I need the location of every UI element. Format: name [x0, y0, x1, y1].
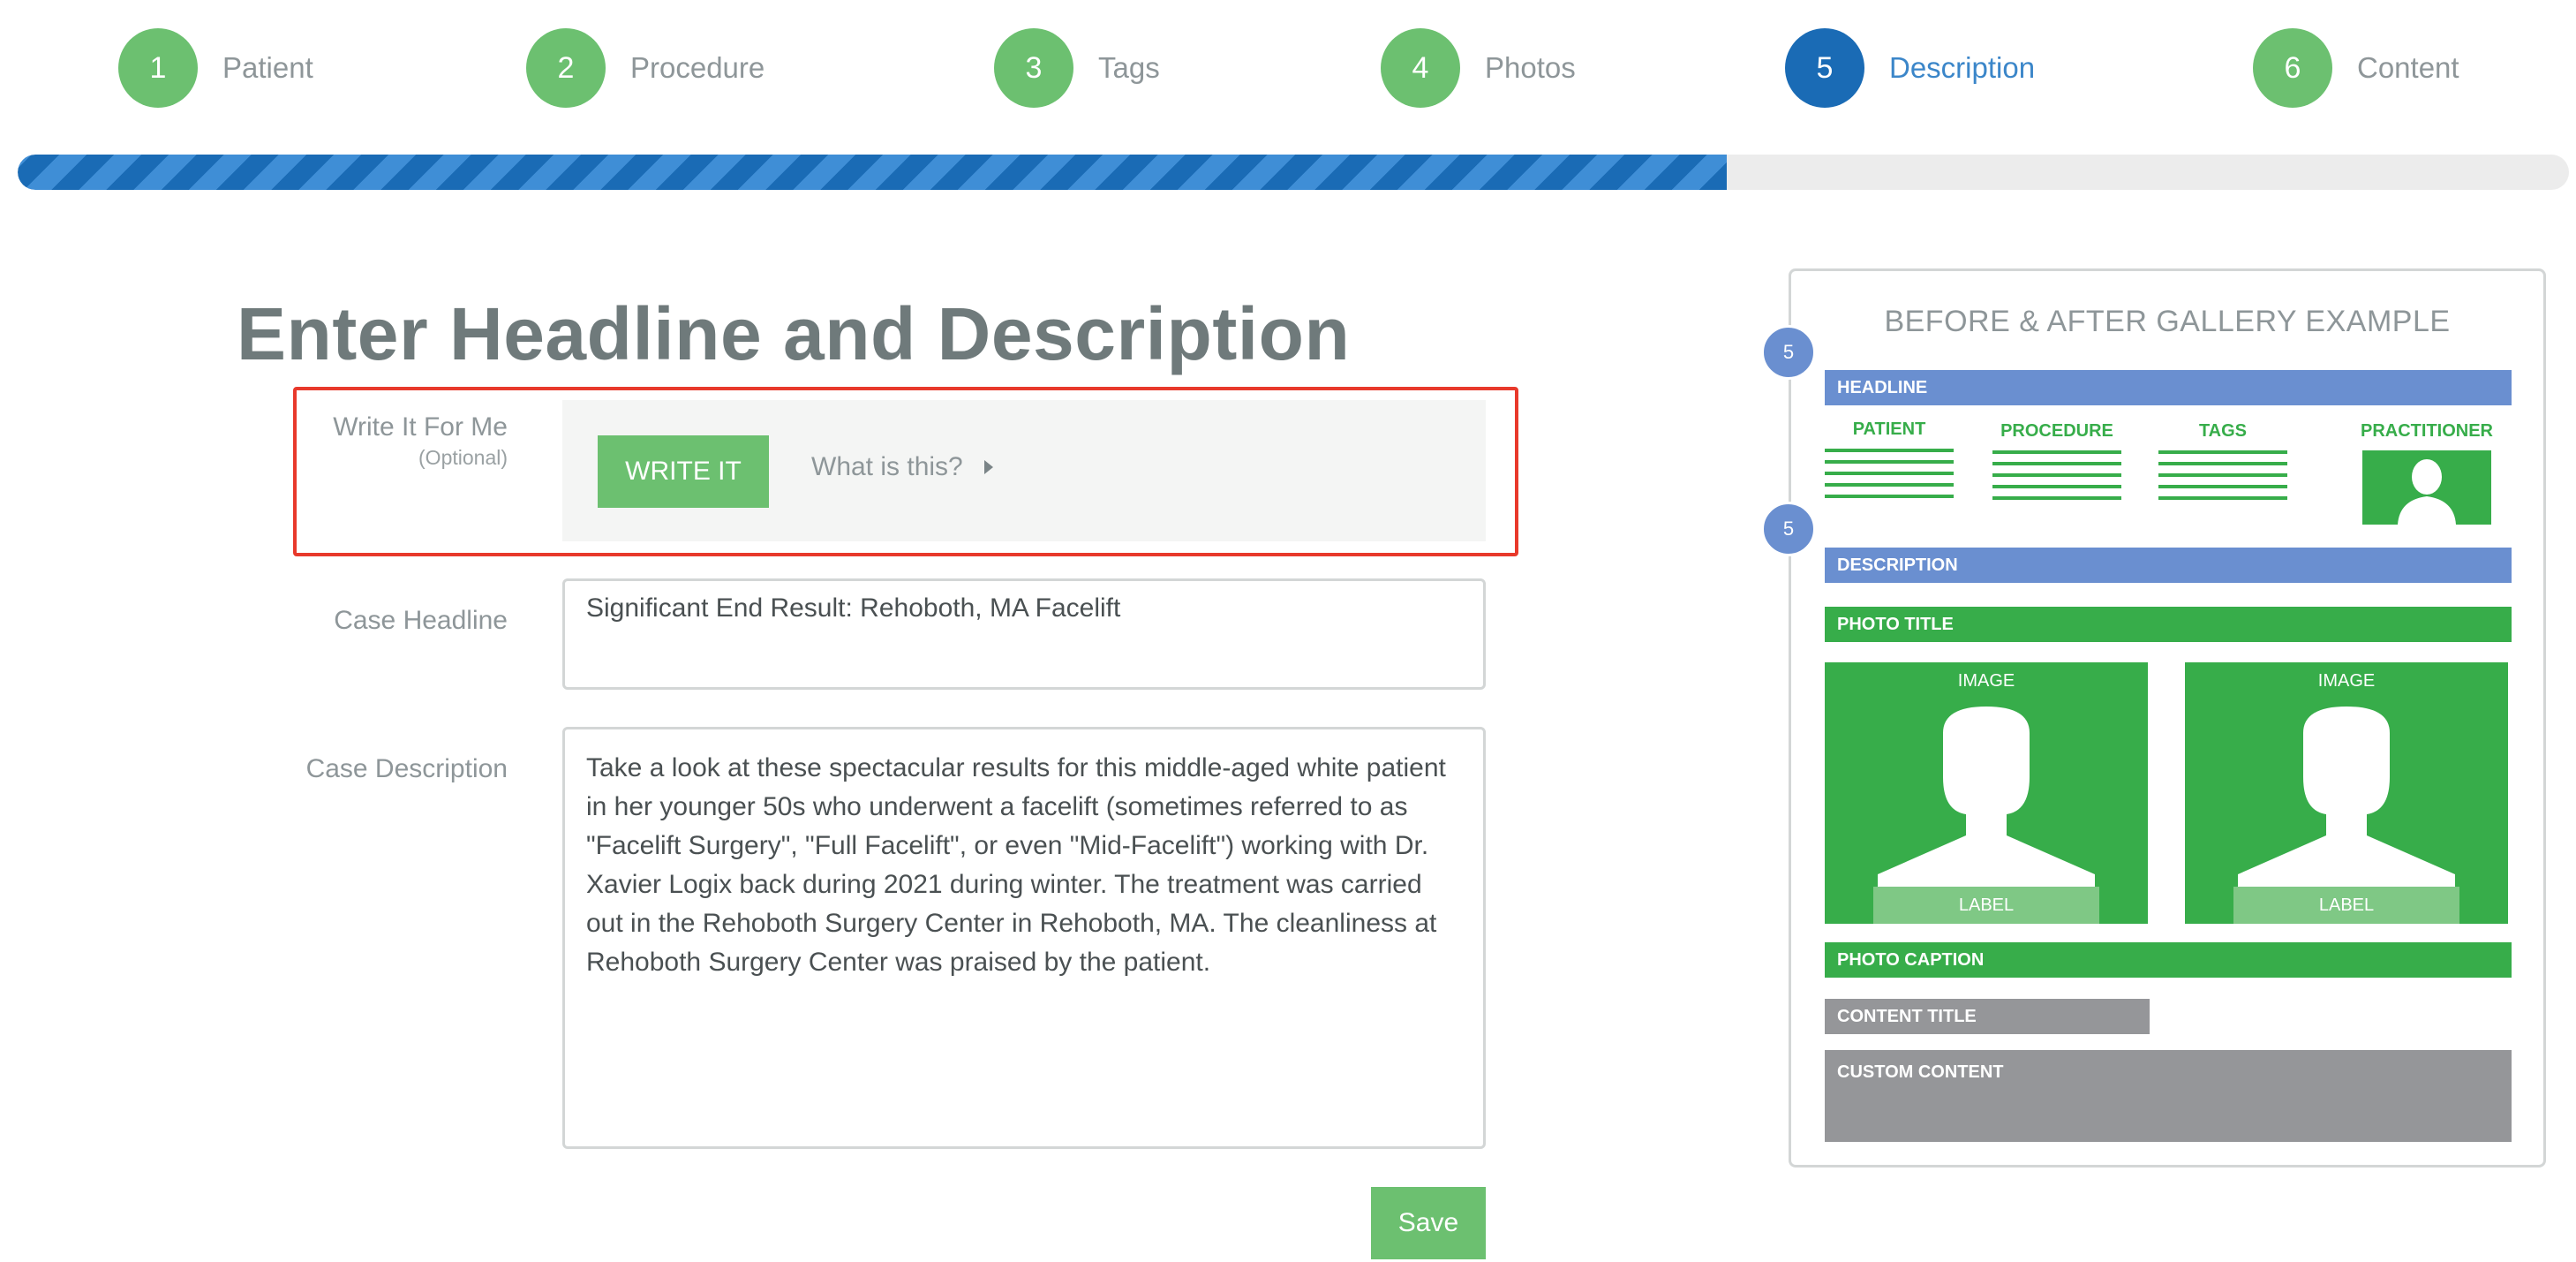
write-it-label: Write It For Me (Optional): [0, 412, 508, 470]
case-description-input[interactable]: Take a look at these spectacular results…: [562, 727, 1486, 1149]
tags-column-title: TAGS: [2198, 421, 2248, 441]
custom-content-block: CUSTOM CONTENT: [1825, 1050, 2512, 1142]
write-it-label-text: Write It For Me: [333, 412, 508, 442]
step-number: 3: [994, 28, 1073, 108]
practitioner-column: PRACTITIONER: [2356, 421, 2497, 525]
photo-title-block: PHOTO TITLE: [1825, 607, 2512, 642]
step-label: Content: [2357, 51, 2459, 84]
step-number: 5: [1785, 28, 1864, 108]
image-card-label: LABEL: [2233, 887, 2459, 924]
page-title: Enter Headline and Description: [237, 292, 1351, 375]
headline-label: Case Headline: [334, 606, 508, 635]
step-label: Procedure: [630, 51, 765, 84]
what-is-this-text: What is this?: [811, 452, 963, 481]
progress-bar: [18, 155, 2569, 190]
step-number: 1: [118, 28, 198, 108]
step-badge-description: 5: [1761, 502, 1816, 556]
person-silhouette-icon: [1878, 707, 2095, 924]
case-headline-input[interactable]: [562, 578, 1486, 690]
patient-column: PATIENT: [1825, 419, 1954, 498]
headline-block: HEADLINE: [1825, 370, 2512, 405]
description-block: DESCRIPTION: [1825, 548, 2512, 583]
image-card-before: IMAGE LABEL: [1825, 662, 2148, 924]
step-photos[interactable]: 4 Photos: [1381, 28, 1576, 108]
step-description[interactable]: 5 Description: [1785, 28, 2035, 108]
what-is-this-link[interactable]: What is this?: [811, 452, 993, 482]
gallery-example: BEFORE & AFTER GALLERY EXAMPLE HEADLINE …: [1789, 268, 2546, 1168]
person-silhouette-icon: [2238, 707, 2455, 924]
write-it-button[interactable]: WRITE IT: [598, 435, 769, 508]
step-content[interactable]: 6 Content: [2253, 28, 2459, 108]
image-card-after: IMAGE LABEL: [2185, 662, 2508, 924]
step-badge-headline: 5: [1761, 325, 1816, 380]
step-patient[interactable]: 1 Patient: [118, 28, 313, 108]
step-procedure[interactable]: 2 Procedure: [526, 28, 765, 108]
tags-column: TAGS: [2158, 421, 2287, 500]
practitioner-avatar-icon: [2362, 450, 2491, 525]
caret-right-icon: [983, 460, 993, 474]
practitioner-column-title: PRACTITIONER: [2361, 421, 2493, 441]
progress-fill: [18, 155, 1728, 190]
photo-caption-block: PHOTO CAPTION: [1825, 942, 2512, 978]
procedure-column-title: PROCEDURE: [2000, 421, 2113, 441]
step-number: 2: [526, 28, 606, 108]
step-label: Photos: [1485, 51, 1576, 84]
content-title-block: CONTENT TITLE: [1825, 999, 2150, 1034]
step-label: Patient: [222, 51, 313, 84]
write-it-optional: (Optional): [418, 446, 508, 469]
step-number: 4: [1381, 28, 1460, 108]
description-label: Case Description: [305, 754, 508, 783]
patient-column-title: PATIENT: [1852, 419, 1926, 439]
step-number: 6: [2253, 28, 2332, 108]
image-card-label: LABEL: [1873, 887, 2099, 924]
save-button[interactable]: Save: [1371, 1187, 1486, 1259]
step-label: Tags: [1098, 51, 1160, 84]
step-label: Description: [1889, 51, 2036, 84]
gallery-title: BEFORE & AFTER GALLERY EXAMPLE: [1884, 305, 2451, 338]
procedure-column: PROCEDURE: [1992, 421, 2121, 500]
step-tags[interactable]: 3 Tags: [994, 28, 1160, 108]
